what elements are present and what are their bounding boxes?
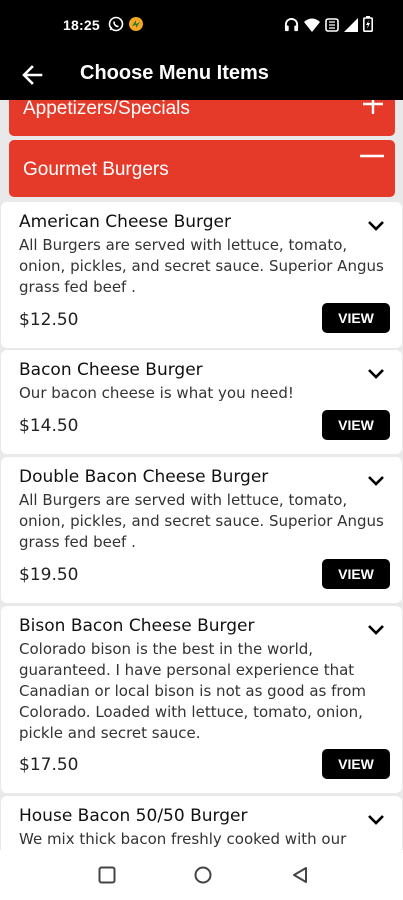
status-bar: 18:25 [0, 0, 403, 52]
item-name: American Cheese Burger [19, 212, 231, 232]
menu-item-card[interactable]: Bacon Cheese Burger Our bacon cheese is … [1, 350, 402, 454]
view-button[interactable]: VIEW [322, 559, 390, 589]
home-icon[interactable] [193, 866, 213, 890]
collapse-icon[interactable] [359, 146, 385, 170]
item-description: Colorado bison is the best in the world,… [19, 640, 367, 742]
back-arrow-icon[interactable] [20, 62, 46, 88]
category-gourmet-burgers[interactable]: Gourmet Burgers [9, 140, 395, 197]
item-name: Double Bacon Cheese Burger [19, 467, 269, 487]
item-description: All Burgers are served with lettuce, tom… [19, 491, 384, 551]
chevron-down-icon[interactable] [366, 473, 386, 487]
view-button[interactable]: VIEW [322, 303, 390, 333]
system-nav-bar [0, 850, 403, 900]
item-description: Our bacon cheese is what you need! [19, 384, 294, 402]
chevron-down-icon[interactable] [366, 218, 386, 232]
category-label: Gourmet Burgers [23, 159, 169, 180]
category-label: Appetizers/Specials [23, 100, 190, 119]
page-title: Choose Menu Items [80, 62, 269, 84]
whatsapp-icon [108, 16, 124, 36]
chevron-down-icon[interactable] [366, 366, 386, 380]
category-appetizers[interactable]: Appetizers/Specials [9, 100, 395, 136]
item-price: $12.50 [19, 310, 79, 330]
chevron-down-icon[interactable] [366, 622, 386, 636]
item-price: $17.50 [19, 755, 79, 775]
expand-icon[interactable] [361, 100, 385, 120]
signal-icon [344, 17, 358, 36]
battery-icon [363, 16, 373, 36]
menu-item-card[interactable]: American Cheese Burger All Burgers are s… [1, 202, 402, 348]
menu-item-card[interactable]: Double Bacon Cheese Burger All Burgers a… [1, 457, 402, 603]
view-button[interactable]: VIEW [322, 410, 390, 440]
data-icon [325, 17, 339, 36]
chevron-down-icon[interactable] [366, 812, 386, 826]
app-bar: Choose Menu Items [0, 52, 403, 100]
item-price: $14.50 [19, 416, 79, 436]
item-description: We mix thick bacon freshly cooked with o… [19, 830, 347, 848]
menu-item-card[interactable]: Bison Bacon Cheese Burger Colorado bison… [1, 606, 402, 793]
headphones-icon [284, 17, 299, 36]
back-icon[interactable] [291, 866, 309, 888]
app-icon [128, 16, 144, 36]
menu-content[interactable]: Appetizers/Specials Gourmet Burgers Amer… [0, 100, 403, 850]
wifi-icon [304, 17, 320, 36]
item-description: All Burgers are served with lettuce, tom… [19, 236, 384, 296]
item-name: Bacon Cheese Burger [19, 360, 203, 380]
item-name: House Bacon 50/50 Burger [19, 806, 248, 826]
menu-item-card[interactable]: House Bacon 50/50 Burger We mix thick ba… [1, 796, 402, 850]
item-name: Bison Bacon Cheese Burger [19, 616, 255, 636]
item-price: $19.50 [19, 565, 79, 585]
view-button[interactable]: VIEW [322, 749, 390, 779]
status-time: 18:25 [63, 17, 100, 33]
recents-icon[interactable] [98, 866, 116, 888]
